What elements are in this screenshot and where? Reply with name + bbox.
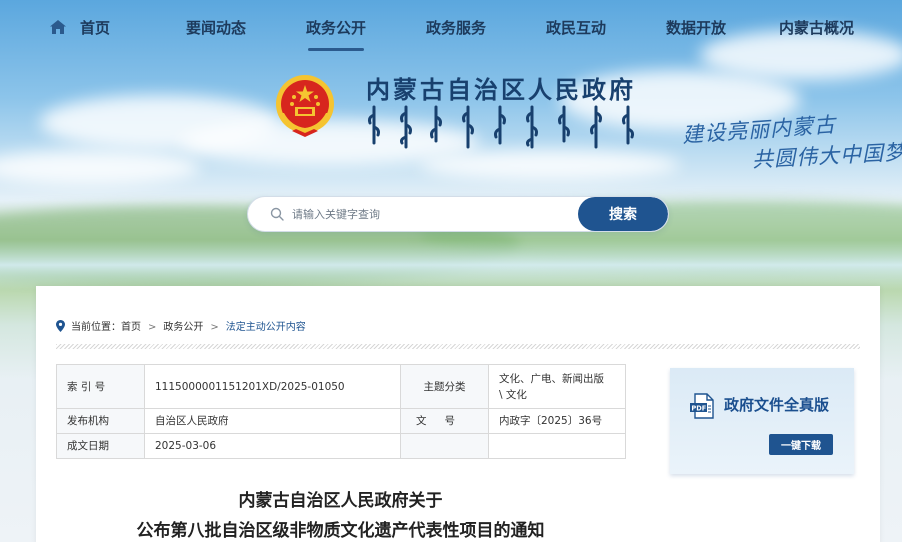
- breadcrumb-home[interactable]: 首页: [121, 322, 141, 333]
- hatched-divider: [56, 344, 860, 349]
- index-value: 11150000011512​01XD/2025-01050: [144, 364, 401, 409]
- topic-value: 文化、广电、新闻出版 \ 文化: [488, 364, 626, 409]
- breadcrumb-separator: >: [148, 322, 157, 333]
- search-bar: 搜索: [247, 196, 669, 232]
- search-button[interactable]: 搜索: [578, 197, 668, 231]
- location-pin-icon: [56, 320, 65, 332]
- index-label: 索 引 号: [56, 364, 145, 409]
- breadcrumb: 当前位置：首页 > 政务公开 > 法定主动公开内容: [56, 318, 306, 333]
- issuer-label: 发布机构: [56, 408, 145, 434]
- topic-value-line2: \ 文化: [499, 388, 527, 401]
- nav-item-gov-services[interactable]: 政务服务: [426, 17, 486, 39]
- topic-label: 主题分类: [400, 364, 489, 409]
- mongolian-script-title: [368, 105, 634, 149]
- nav-item-overview[interactable]: 内蒙古概况: [779, 17, 854, 39]
- docno-label: 文号: [400, 408, 489, 434]
- nav-label: 首页: [80, 19, 111, 37]
- nav-item-open-data[interactable]: 数据开放: [666, 17, 726, 39]
- breadcrumb-current[interactable]: 法定主动公开内容: [226, 322, 306, 333]
- table-row: 成文日期 2025-03-06: [56, 433, 626, 459]
- cloud: [420, 150, 680, 180]
- download-button[interactable]: 一键下载: [769, 434, 833, 455]
- article-title-line-2: 公布第八批自治区级非物质文化遗产代表性项目的通知: [136, 521, 545, 541]
- content-panel: 当前位置：首页 > 政务公开 > 法定主动公开内容 索 引 号 111500000115…: [36, 286, 880, 542]
- main-nav: 首页 要闻动态 政务公开 政务服务 政民互动 数据开放 内蒙古概况: [0, 0, 902, 54]
- river: [0, 240, 902, 290]
- topic-value-line1: 文化、广电、新闻出版: [499, 372, 604, 385]
- nav-item-home[interactable]: 首页: [50, 17, 110, 39]
- nav-item-interaction[interactable]: 政民互动: [546, 17, 606, 39]
- search-input[interactable]: [292, 197, 572, 231]
- home-icon: [50, 20, 66, 34]
- nav-item-news[interactable]: 要闻动态: [186, 17, 246, 39]
- table-row: 发布机构 自治区人民政府 文号 内政字〔2025〕36号: [56, 408, 626, 434]
- cloud: [0, 150, 200, 185]
- breadcrumb-separator: >: [210, 322, 219, 333]
- document-info-table: 索 引 号 11150000011512​01XD/2025-01050 主题分…: [56, 364, 626, 459]
- table-row: 索 引 号 11150000011512​01XD/2025-01050 主题分…: [56, 364, 626, 409]
- issuer-value: 自治区人民政府: [144, 408, 401, 434]
- empty-cell: [400, 433, 489, 459]
- docno-value: 内政字〔2025〕36号: [488, 408, 626, 434]
- download-card-title: 政府文件全真版: [724, 396, 830, 414]
- breadcrumb-gov-affairs-open[interactable]: 政务公开: [163, 322, 203, 333]
- nav-item-gov-affairs-open[interactable]: 政务公开: [306, 17, 366, 39]
- docno-label-text: 文号: [416, 415, 473, 427]
- empty-cell: [488, 433, 626, 459]
- breadcrumb-prefix: 当前位置：: [71, 322, 121, 333]
- svg-text:PDF: PDF: [691, 404, 706, 412]
- full-version-download-card: PDF 政府文件全真版 一键下载: [670, 368, 854, 474]
- search-icon: [270, 207, 284, 221]
- date-label: 成文日期: [56, 433, 145, 459]
- pdf-file-icon: PDF: [690, 393, 714, 419]
- national-emblem[interactable]: [274, 73, 336, 139]
- date-value: 2025-03-06: [144, 433, 401, 459]
- site-title[interactable]: 内蒙古自治区人民政府: [366, 70, 636, 105]
- article-title-line-1: 内蒙古自治区人民政府关于: [238, 491, 443, 511]
